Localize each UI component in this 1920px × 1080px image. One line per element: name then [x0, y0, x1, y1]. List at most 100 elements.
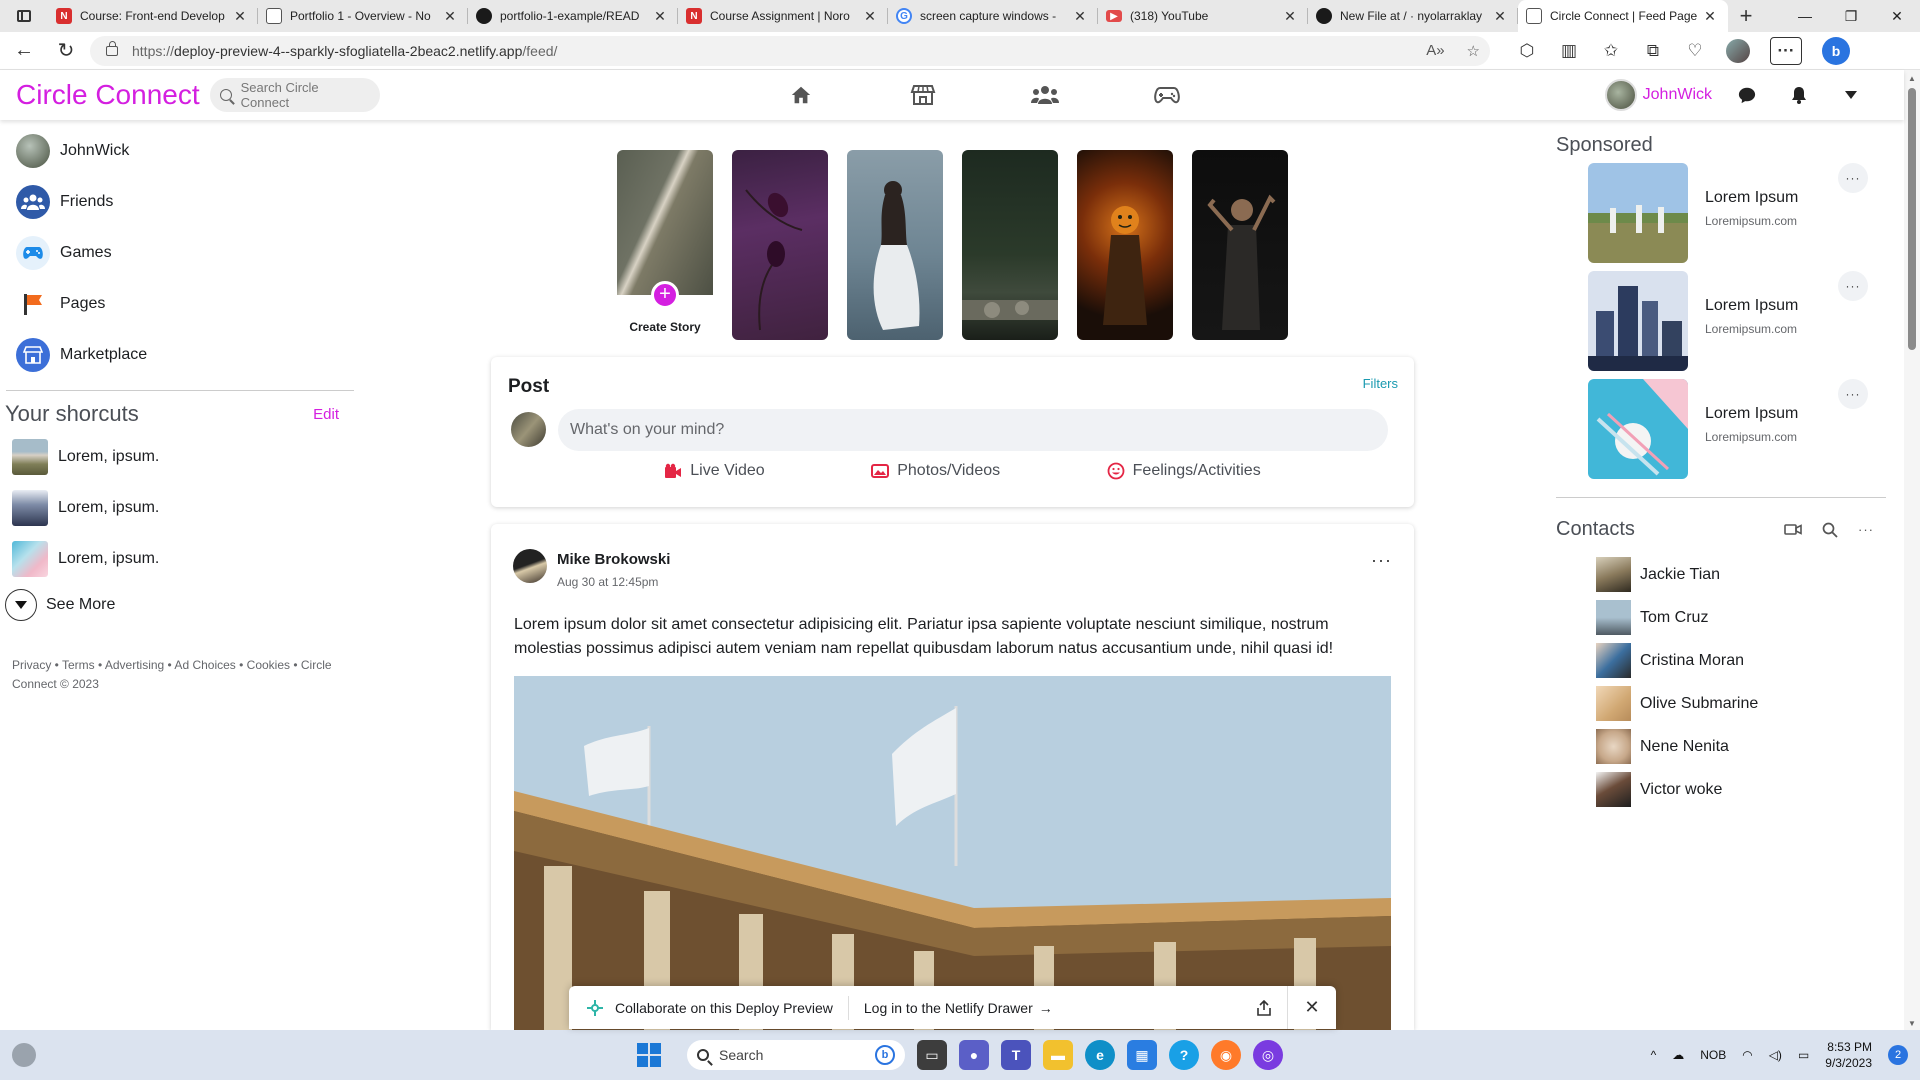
taskbar-clock[interactable]: 8:53 PM 9/3/2023 [1825, 1039, 1872, 1071]
see-more-button[interactable]: See More [0, 584, 355, 626]
post-image[interactable] [514, 676, 1391, 1030]
collaborate-label[interactable]: Collaborate on this Deploy Preview [615, 1000, 833, 1016]
browser-tab[interactable]: N Course: Front-end Develop ✕ [48, 0, 258, 32]
favorite-star-icon[interactable]: ☆ [1467, 42, 1480, 60]
shortcut-item[interactable]: Lorem, ipsum. [0, 482, 355, 533]
profile-avatar-icon[interactable] [1726, 38, 1750, 63]
app-search-input[interactable]: Search Circle Connect [209, 78, 380, 112]
sponsored-ad[interactable]: Lorem Ipsum Loremipsum.com ··· [1556, 157, 1886, 265]
sponsored-ad[interactable]: Lorem Ipsum Loremipsum.com ··· [1556, 265, 1886, 373]
bing-copilot-icon[interactable]: b [1822, 36, 1850, 65]
contact-item[interactable]: Jackie Tian [1556, 553, 1886, 596]
contact-item[interactable]: Olive Submarine [1556, 682, 1886, 725]
brand-logo[interactable]: Circle Connect [16, 79, 200, 111]
close-tab-icon[interactable]: ✕ [652, 8, 668, 25]
photos-videos-button[interactable]: Photos/Videos [871, 462, 1000, 480]
github-desktop-icon[interactable]: ◎ [1253, 1040, 1283, 1070]
split-screen-icon[interactable]: ▥ [1558, 40, 1580, 62]
favorites-icon[interactable]: ✩ [1600, 40, 1622, 62]
account-menu-button[interactable] [1834, 78, 1868, 112]
shortcut-item[interactable]: Lorem, ipsum. [0, 533, 355, 584]
settings-more-icon[interactable]: ··· [1770, 36, 1802, 65]
more-options-icon[interactable]: ··· [1858, 522, 1874, 537]
post-timestamp[interactable]: Aug 30 at 12:45pm [557, 575, 658, 589]
story-card[interactable] [1077, 150, 1173, 340]
microsoft-store-icon[interactable]: ▦ [1127, 1040, 1157, 1070]
close-tab-icon[interactable]: ✕ [1282, 8, 1298, 25]
close-tab-icon[interactable]: ✕ [442, 8, 458, 25]
sidebar-item-pages[interactable]: Pages [0, 278, 355, 329]
scrollbar-thumb[interactable] [1908, 88, 1916, 350]
close-tab-icon[interactable]: ✕ [862, 8, 878, 25]
browser-tab-active[interactable]: Circle Connect | Feed Page ✕ [1518, 0, 1728, 32]
story-card[interactable] [732, 150, 828, 340]
sidebar-item-profile[interactable]: JohnWick [0, 125, 355, 176]
teams-icon[interactable]: T [1001, 1040, 1031, 1070]
share-button[interactable] [1240, 986, 1288, 1029]
more-options-icon[interactable]: ··· [1838, 163, 1868, 193]
nav-marketplace[interactable] [862, 70, 984, 120]
sidebar-item-marketplace[interactable]: Marketplace [0, 329, 355, 380]
help-icon[interactable]: ? [1169, 1040, 1199, 1070]
close-icon[interactable]: ✕ [1288, 986, 1336, 1029]
avatar[interactable] [513, 549, 547, 583]
tab-actions-button[interactable] [0, 0, 48, 32]
back-arrow-icon[interactable]: ← [6, 36, 42, 66]
browser-tab[interactable]: G screen capture windows - ✕ [888, 0, 1098, 32]
sidebar-item-friends[interactable]: Friends [0, 176, 355, 227]
browser-tab[interactable]: Portfolio 1 - Overview - No ✕ [258, 0, 468, 32]
post-author[interactable]: Mike Brokowski [557, 551, 670, 568]
search-icon[interactable] [1822, 522, 1838, 538]
browser-tab[interactable]: ▶ (318) YouTube ✕ [1098, 0, 1308, 32]
story-card[interactable] [1192, 150, 1288, 340]
teams-meet-icon[interactable]: ● [959, 1040, 989, 1070]
sponsored-ad[interactable]: Lorem Ipsum Loremipsum.com ··· [1556, 373, 1886, 481]
more-options-icon[interactable]: ··· [1838, 379, 1868, 409]
chevron-up-icon[interactable]: ^ [1651, 1048, 1657, 1062]
new-tab-button[interactable]: + [1728, 0, 1764, 32]
extensions-icon[interactable]: ⬡ [1516, 40, 1538, 62]
filters-link[interactable]: Filters [1363, 376, 1398, 391]
address-bar[interactable]: https://deploy-preview-4--sparkly-sfogli… [90, 35, 1490, 66]
more-options-icon[interactable]: ··· [1371, 550, 1392, 571]
page-scrollbar[interactable]: ▲ ▼ [1904, 70, 1920, 1030]
weather-widget-icon[interactable] [12, 1043, 36, 1067]
edge-icon[interactable]: e [1085, 1040, 1115, 1070]
contact-item[interactable]: Cristina Moran [1556, 639, 1886, 682]
messenger-button[interactable] [1730, 78, 1764, 112]
collections-icon[interactable]: ⧉ [1642, 40, 1664, 62]
browser-tab[interactable]: N Course Assignment | Noro ✕ [678, 0, 888, 32]
shortcut-item[interactable]: Lorem, ipsum. [0, 431, 355, 482]
task-view-icon[interactable]: ▭ [917, 1040, 947, 1070]
scroll-down-icon[interactable]: ▼ [1908, 1019, 1916, 1028]
sidebar-item-games[interactable]: Games [0, 227, 355, 278]
file-explorer-icon[interactable]: ▬ [1043, 1040, 1073, 1070]
more-options-icon[interactable]: ··· [1838, 271, 1868, 301]
story-card[interactable] [847, 150, 943, 340]
contact-item[interactable]: Victor woke [1556, 768, 1886, 811]
nav-gaming[interactable] [1106, 70, 1228, 120]
firefox-icon[interactable]: ◉ [1211, 1040, 1241, 1070]
browser-tab[interactable]: portfolio-1-example/READ ✕ [468, 0, 678, 32]
notification-badge[interactable]: 2 [1888, 1045, 1908, 1065]
close-tab-icon[interactable]: ✕ [1702, 8, 1718, 25]
shortcuts-edit-link[interactable]: Edit [313, 406, 339, 423]
feelings-activities-button[interactable]: Feelings/Activities [1107, 462, 1261, 480]
language-indicator[interactable]: NOB [1700, 1048, 1726, 1062]
whats-on-your-mind-input[interactable] [558, 409, 1388, 451]
close-tab-icon[interactable]: ✕ [1072, 8, 1088, 25]
onedrive-icon[interactable]: ☁ [1672, 1048, 1684, 1062]
windows-start-icon[interactable] [637, 1043, 661, 1067]
taskbar-search[interactable]: Search b [687, 1040, 905, 1070]
contact-item[interactable]: Nene Nenita [1556, 725, 1886, 768]
story-card[interactable] [962, 150, 1058, 340]
nav-groups[interactable] [984, 70, 1106, 120]
header-profile-link[interactable]: JohnWick [1604, 79, 1712, 111]
video-call-icon[interactable] [1784, 523, 1802, 536]
battery-icon[interactable]: ▭ [1798, 1048, 1809, 1062]
close-window-icon[interactable]: ✕ [1874, 0, 1920, 32]
restore-icon[interactable]: ❐ [1828, 0, 1874, 32]
scroll-up-icon[interactable]: ▲ [1908, 74, 1916, 83]
wifi-icon[interactable]: ◠ [1742, 1048, 1752, 1062]
browser-essentials-icon[interactable]: ♡ [1684, 40, 1706, 62]
